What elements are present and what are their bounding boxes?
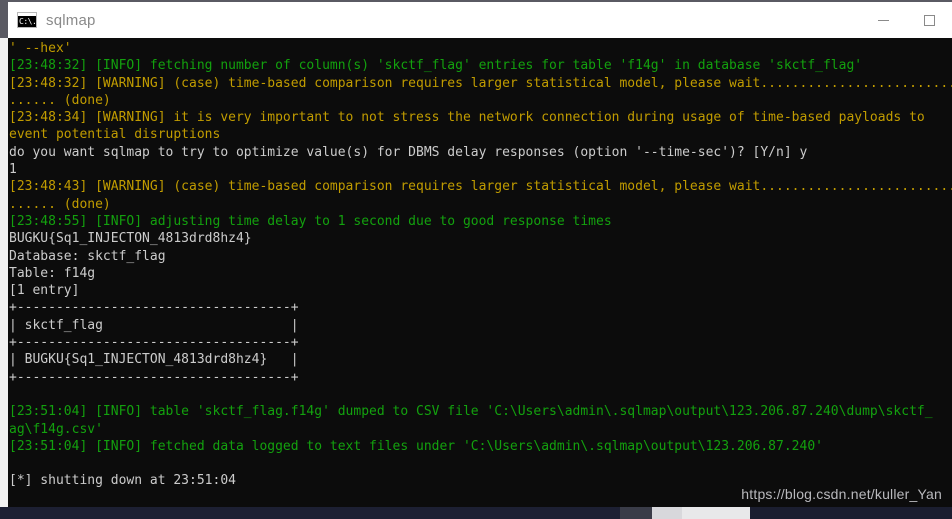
maximize-button[interactable] [906,2,952,38]
minimize-button[interactable] [860,2,906,38]
console-line: [23:48:32] [INFO] fetching number of col… [9,58,863,74]
watermark-text: https://blog.csdn.net/kuller_Yan [741,486,942,502]
console-line: BUGKU{Sq1_INJECTON_4813drd8hz4} [9,231,252,247]
taskbar-segment[interactable] [652,507,682,519]
console-line: ' --hex' [9,41,72,56]
console-line: Database: skctf_flag [9,248,166,264]
console-line: [23:51:04] [INFO] fetched data logged to… [9,438,823,454]
console-line: ag\f14g.csv' [9,421,103,437]
console-line: event potential disruptions [9,127,221,143]
maximize-icon [923,14,935,26]
console-line: [23:48:34] [WARNING] it is very importan… [9,110,925,126]
console-line: ...... (done) [9,92,111,108]
console-line: +-----------------------------------+ [9,300,299,316]
taskbar-segment[interactable] [750,507,952,519]
window-controls [860,2,952,38]
console-line: [23:48:43] [WARNING] (case) time-based c… [9,179,952,195]
window-titlebar[interactable]: C:\. sqlmap [8,0,952,38]
console-line: [23:51:04] [INFO] table 'skctf_flag.f14g… [9,404,933,420]
console-line: [23:48:55] [INFO] adjusting time delay t… [9,213,612,229]
cmd-icon-label: C:\. [19,17,37,26]
desktop-screen: C:\. sqlmap ' --hex' [23:48:32] [INFO] fe… [0,0,952,519]
console-line: [23:48:32] [WARNING] (case) time-based c… [9,75,952,91]
console-line: Table: f14g [9,265,96,281]
sqlmap-console-window: C:\. sqlmap ' --hex' [23:48:32] [INFO] fe… [8,0,952,519]
console-line: +-----------------------------------+ [9,369,299,385]
console-text: ' --hex' [23:48:32] [INFO] fetching numbe… [9,40,952,519]
console-line: 1 [9,162,17,178]
taskbar-segment[interactable] [682,507,750,519]
minimize-icon [877,19,889,21]
taskbar-segment[interactable] [620,507,652,519]
taskbar[interactable] [0,507,952,519]
console-line: | skctf_flag | [9,317,299,333]
console-line: +-----------------------------------+ [9,335,299,351]
console-line: [1 entry] [9,283,80,299]
console-output-area[interactable]: ' --hex' [23:48:32] [INFO] fetching numbe… [8,38,952,519]
console-line: ...... (done) [9,196,111,212]
console-line: do you want sqlmap to try to optimize va… [9,144,808,160]
console-line: | BUGKU{Sq1_INJECTON_4813drd8hz4} | [9,352,299,368]
cmd-console-icon: C:\. [17,12,37,28]
window-title: sqlmap [46,11,96,29]
